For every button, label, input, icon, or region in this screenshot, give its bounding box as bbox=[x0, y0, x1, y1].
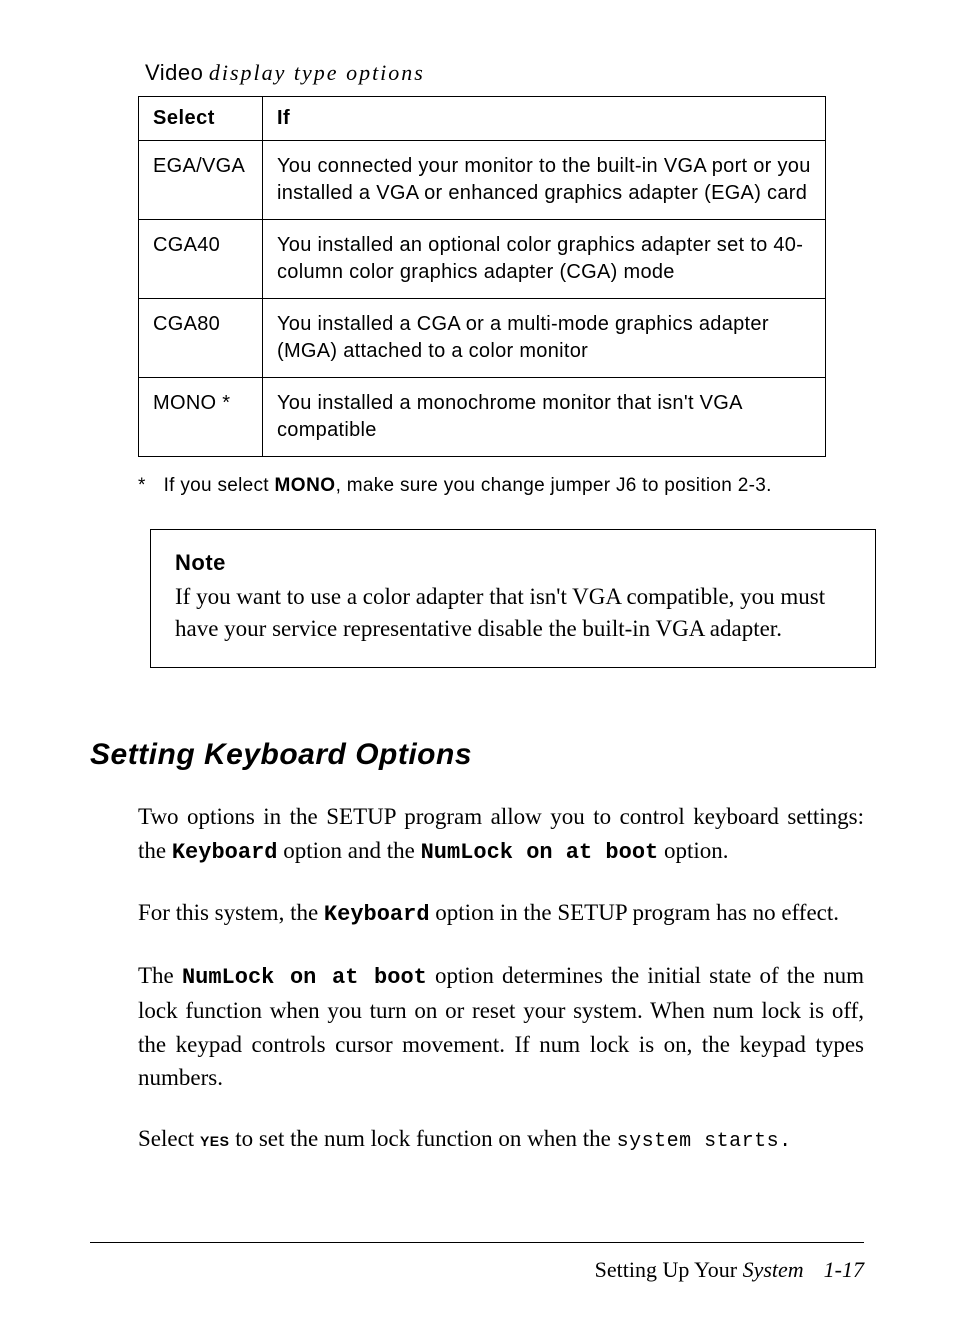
footer-text: Setting Up Your bbox=[595, 1257, 743, 1282]
table-header-row: Select If bbox=[139, 97, 826, 141]
footer-italic: System bbox=[743, 1257, 804, 1282]
page-footer: Setting Up Your System 1-17 bbox=[90, 1242, 864, 1283]
table-row: EGA/VGA You connected your monitor to th… bbox=[139, 141, 826, 220]
keyword-yes: YES bbox=[200, 1133, 230, 1149]
cell-desc: You installed a CGA or a multi-mode grap… bbox=[263, 299, 826, 378]
table-row: CGA40 You installed an optional color gr… bbox=[139, 220, 826, 299]
caption-rest: display type options bbox=[209, 60, 425, 85]
note-box: Note If you want to use a color adapter … bbox=[150, 529, 876, 668]
table-row: MONO * You installed a monochrome monito… bbox=[139, 378, 826, 457]
table-caption: Video display type options bbox=[145, 60, 864, 86]
note-title: Note bbox=[175, 548, 851, 579]
page-number: 1-17 bbox=[824, 1257, 864, 1282]
note-body: If you want to use a color adapter that … bbox=[175, 581, 851, 645]
video-options-table: Select If EGA/VGA You connected your mon… bbox=[138, 96, 826, 457]
header-select: Select bbox=[139, 97, 263, 141]
text: option in the SETUP program has no effec… bbox=[430, 900, 839, 925]
header-if: If bbox=[263, 97, 826, 141]
text: option. bbox=[658, 838, 728, 863]
text: option and the bbox=[277, 838, 420, 863]
table-row: CGA80 You installed a CGA or a multi-mod… bbox=[139, 299, 826, 378]
text: For this system, the bbox=[138, 900, 324, 925]
text-end: system starts. bbox=[617, 1130, 792, 1153]
footnote-after: , make sure you change jumper J6 to posi… bbox=[336, 475, 772, 496]
text: to set the num lock function on when the bbox=[229, 1126, 616, 1151]
footnote-before: If you select bbox=[164, 475, 275, 496]
cell-desc: You installed a monochrome monitor that … bbox=[263, 378, 826, 457]
cell-select: CGA80 bbox=[139, 299, 263, 378]
keyword-numlock: NumLock on at boot bbox=[182, 965, 427, 990]
cell-select: MONO * bbox=[139, 378, 263, 457]
keyword-numlock: NumLock on at boot bbox=[421, 840, 659, 865]
table-footnote: * If you select MONO, make sure you chan… bbox=[138, 475, 864, 497]
cell-select: CGA40 bbox=[139, 220, 263, 299]
section-heading: Setting Keyboard Options bbox=[90, 738, 864, 772]
caption-prefix: Video bbox=[145, 60, 203, 85]
cell-desc: You installed an optional color graphics… bbox=[263, 220, 826, 299]
text: The bbox=[138, 963, 182, 988]
paragraph: Select YES to set the num lock function … bbox=[138, 1122, 864, 1156]
paragraph: The NumLock on at boot option determines… bbox=[138, 959, 864, 1094]
cell-select: EGA/VGA bbox=[139, 141, 263, 220]
cell-desc: You connected your monitor to the built-… bbox=[263, 141, 826, 220]
paragraph: For this system, the Keyboard option in … bbox=[138, 896, 864, 931]
paragraph: Two options in the SETUP program allow y… bbox=[138, 800, 864, 868]
text: Select bbox=[138, 1126, 200, 1151]
footnote-star: * bbox=[138, 475, 158, 497]
keyword-keyboard: Keyboard bbox=[172, 840, 278, 865]
footnote-mono: MONO bbox=[274, 475, 335, 496]
keyword-keyboard: Keyboard bbox=[324, 902, 430, 927]
